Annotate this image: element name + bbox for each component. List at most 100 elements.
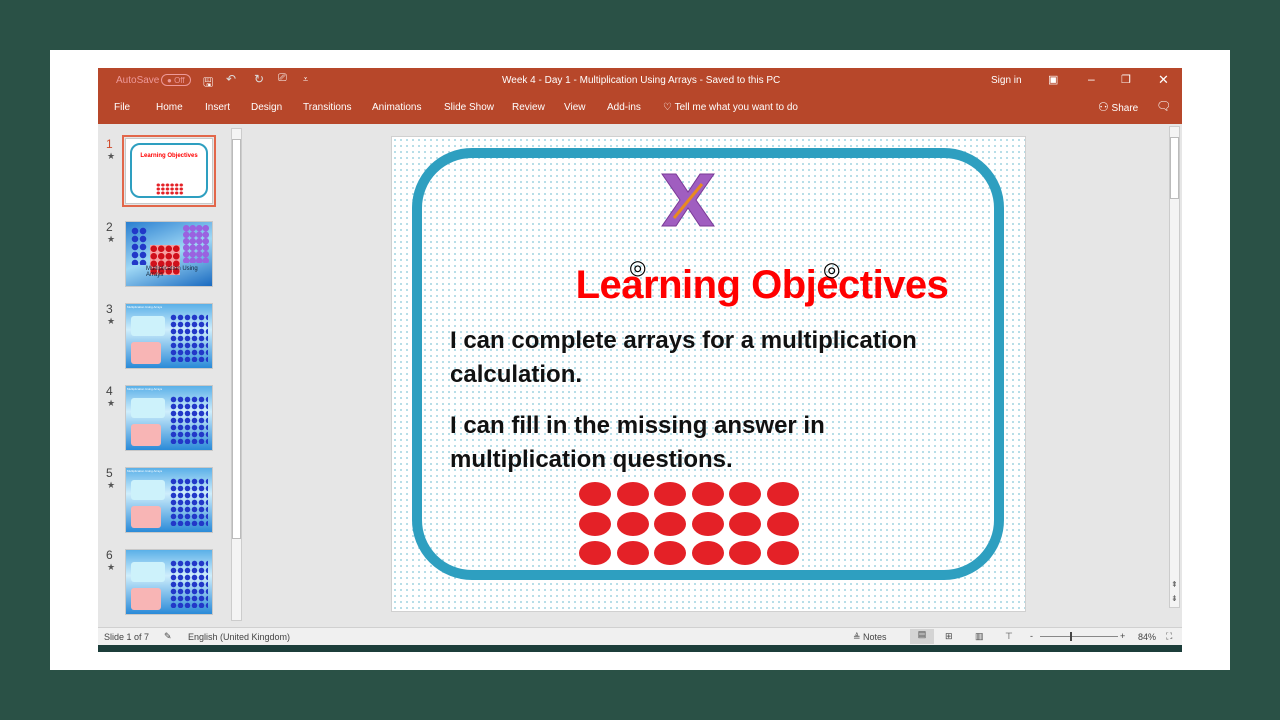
- slide-canvas[interactable]: Learning Objectives ◎ ◎ I can complete a…: [391, 136, 1026, 612]
- array-dot: [654, 541, 687, 565]
- array-dot: [729, 511, 762, 536]
- powerpoint-window: AutoSave ● Off 🖫 ↶ ↻ ⎚ ⩡ Week 4 - Day 1 …: [98, 68, 1182, 652]
- slide-thumbnail-2[interactable]: Multiplication Using Arrays: [125, 221, 213, 287]
- array-dot: [767, 541, 799, 565]
- autosave-toggle[interactable]: ● Off: [161, 74, 191, 86]
- autosave-state: Off: [174, 76, 185, 85]
- zoom-in-button[interactable]: +: [1120, 631, 1125, 641]
- tab-home[interactable]: Home: [156, 102, 183, 113]
- slide-thumbnail-5[interactable]: Multiplication Using Arrays: [125, 467, 213, 533]
- tab-slide-show[interactable]: Slide Show: [444, 102, 494, 113]
- lightbulb-icon: ♡: [663, 102, 672, 113]
- share-label: Share: [1111, 103, 1139, 114]
- tab-transitions[interactable]: Transitions: [303, 102, 352, 113]
- comments-icon[interactable]: 🗨: [1156, 99, 1171, 113]
- previous-slide-icon[interactable]: ⇞: [1171, 580, 1178, 589]
- fit-to-window-icon[interactable]: ⛶: [1166, 631, 1172, 642]
- ribbon-display-icon[interactable]: ▣: [1048, 73, 1058, 86]
- slide-sorter-icon[interactable]: ⊞: [945, 631, 953, 642]
- notes-label: Notes: [863, 632, 887, 642]
- tab-view[interactable]: View: [564, 102, 586, 113]
- reading-view-icon[interactable]: ▥: [975, 631, 984, 642]
- array-dot: [579, 511, 611, 536]
- animation-star-icon: ★: [107, 316, 116, 326]
- start-slideshow-icon[interactable]: ⎚: [278, 72, 287, 85]
- array-dot: [691, 541, 724, 565]
- tab-add-ins[interactable]: Add-ins: [607, 102, 641, 113]
- customize-toolbar-icon[interactable]: ⩡: [303, 74, 308, 85]
- thumbnail-number: 1: [106, 137, 113, 151]
- zoom-slider-thumb[interactable]: [1070, 632, 1072, 641]
- slide-counter: Slide 1 of 7: [104, 632, 150, 642]
- next-slide-icon[interactable]: ⇟: [1171, 594, 1178, 603]
- thumbnail-title: Learning Objectives: [140, 153, 198, 159]
- array-dot: [691, 482, 724, 506]
- target-icon: ◎: [629, 257, 647, 279]
- array-dot: [654, 482, 687, 506]
- slide-thumbnail-1[interactable]: Learning Objectives: [122, 135, 216, 207]
- normal-view-icon[interactable]: ▤: [910, 629, 934, 644]
- thumbnail-scrollbar[interactable]: [231, 128, 242, 621]
- slide-scrollbar[interactable]: [1169, 126, 1180, 608]
- tab-design[interactable]: Design: [251, 102, 282, 113]
- objective-1: I can complete arrays for a multiplicati…: [450, 327, 917, 388]
- thumbnail-scroll-thumb[interactable]: [232, 139, 241, 539]
- animation-star-icon: ★: [107, 480, 116, 490]
- zoom-level[interactable]: 84%: [1138, 632, 1156, 642]
- autosave-label: AutoSave: [116, 75, 160, 86]
- person-add-icon: ⚇: [1098, 100, 1109, 114]
- thumbnail-caption: Multiplication Using Arrays: [146, 266, 198, 278]
- save-icon[interactable]: 🖫: [203, 73, 213, 94]
- thumbnail-title: Multiplication Using Arrays: [127, 469, 163, 473]
- array-dot: [729, 541, 762, 565]
- ribbon-tabs: File Home Insert Design Transitions Anim…: [98, 93, 1182, 124]
- tell-me-text: Tell me what you want to do: [674, 102, 798, 113]
- thumbnail-title: Multiplication Using Arrays: [127, 387, 163, 391]
- thumbnail-number: 5: [106, 466, 113, 480]
- minimize-icon[interactable]: –: [1088, 72, 1095, 86]
- array-dot: [654, 511, 687, 536]
- restore-icon[interactable]: ❐: [1121, 73, 1131, 86]
- document-title: Week 4 - Day 1 - Multiplication Using Ar…: [502, 75, 781, 86]
- language-indicator[interactable]: English (United Kingdom): [188, 632, 290, 642]
- slide-thumbnail-3[interactable]: Multiplication Using Arrays: [125, 303, 213, 369]
- array-dot: [691, 511, 724, 536]
- thumbnail-number: 6: [106, 548, 113, 562]
- target-icon: ◎: [823, 259, 841, 281]
- thumbnail-number: 2: [106, 220, 113, 234]
- slide-thumbnail-pane: 1 ★ Learning Objectives 2 ★ Multiplication Us…: [98, 124, 243, 627]
- thumbnail-title: Multiplication Using Arrays: [127, 305, 163, 309]
- status-bar: Slide 1 of 7 ✎ English (United Kingdom) …: [98, 627, 1182, 645]
- array-dot: [616, 511, 649, 536]
- zoom-slider[interactable]: [1040, 632, 1118, 641]
- multiplication-x-logo: [661, 173, 715, 227]
- close-icon[interactable]: ✕: [1158, 72, 1169, 88]
- spellcheck-icon[interactable]: ✎: [164, 631, 172, 642]
- tell-me-box[interactable]: ♡ Tell me what you want to do: [663, 102, 798, 113]
- tab-animations[interactable]: Animations: [372, 102, 421, 113]
- zoom-out-button[interactable]: -: [1030, 631, 1033, 641]
- share-button[interactable]: ⚇ Share: [1098, 100, 1138, 114]
- tab-review[interactable]: Review: [512, 102, 545, 113]
- array-dot: [767, 482, 799, 506]
- array-dot: [729, 482, 762, 506]
- sign-in-link[interactable]: Sign in: [991, 75, 1022, 86]
- array-dot: [579, 541, 611, 565]
- redo-icon[interactable]: ↻: [254, 72, 264, 86]
- dot-array: [578, 481, 800, 569]
- slide-title: Learning Objectives: [575, 263, 949, 307]
- animation-star-icon: ★: [107, 562, 116, 572]
- array-dot: [579, 482, 611, 506]
- slideshow-view-icon[interactable]: ⊤: [1005, 631, 1013, 642]
- array-dot: [616, 482, 649, 506]
- title-bar: AutoSave ● Off 🖫 ↶ ↻ ⎚ ⩡ Week 4 - Day 1 …: [98, 68, 1182, 93]
- undo-icon[interactable]: ↶: [226, 72, 236, 86]
- tab-file[interactable]: File: [114, 102, 130, 113]
- array-dot: [767, 511, 799, 536]
- notes-button[interactable]: ≜ Notes: [853, 632, 887, 643]
- slide-scroll-thumb[interactable]: [1170, 137, 1179, 199]
- slide-thumbnail-4[interactable]: Multiplication Using Arrays: [125, 385, 213, 451]
- tab-insert[interactable]: Insert: [205, 102, 230, 113]
- animation-star-icon: ★: [107, 234, 116, 244]
- slide-thumbnail-6[interactable]: [125, 549, 213, 615]
